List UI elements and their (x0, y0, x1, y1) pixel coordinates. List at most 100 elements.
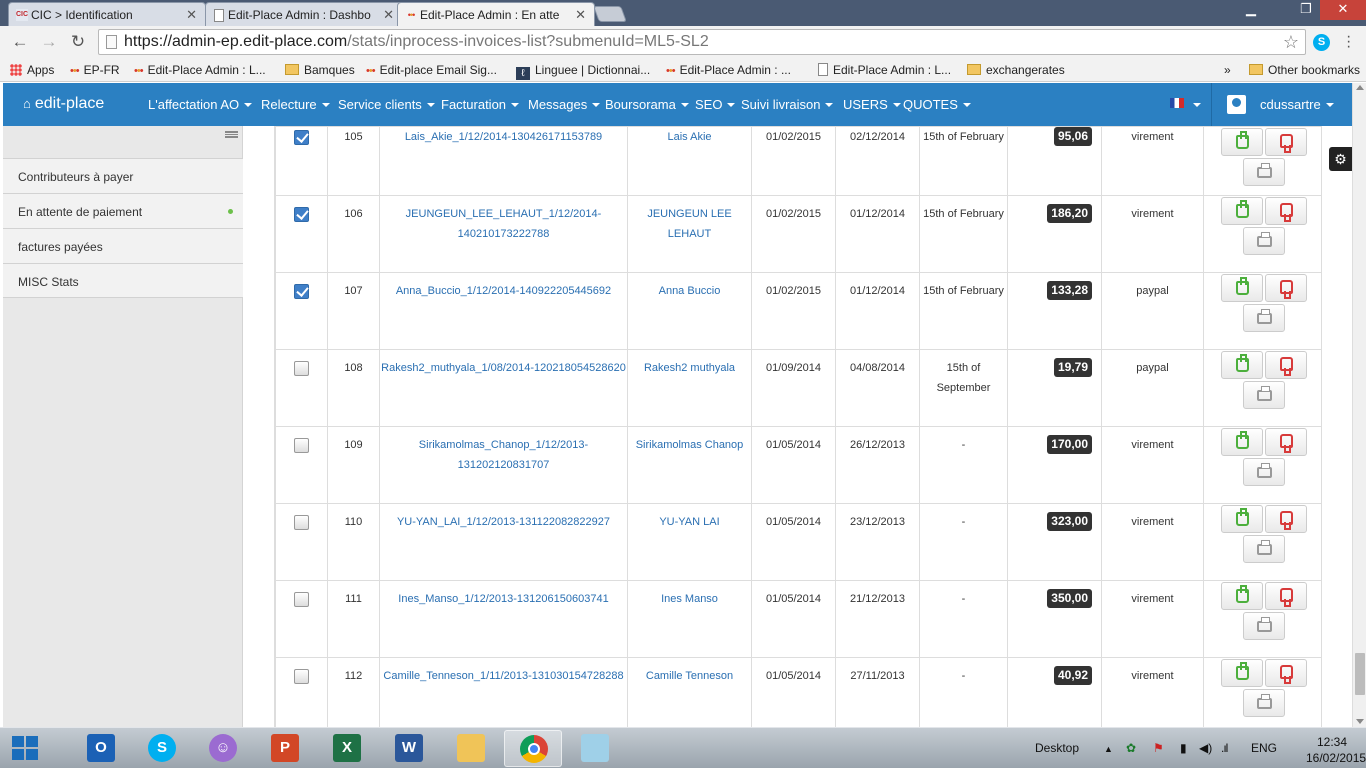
reject-button[interactable] (1265, 128, 1307, 156)
contributor-link[interactable]: YU-YAN LAI (659, 516, 719, 528)
user-avatar-icon[interactable] (1227, 95, 1246, 114)
invoice-link[interactable]: Lais_Akie_1/12/2014-1304261711537​89 (405, 131, 602, 143)
contributor-link[interactable]: Anna Buccio (659, 285, 721, 297)
windows-start-icon[interactable] (12, 736, 40, 761)
desktop-toolbar[interactable]: Desktop (1035, 741, 1079, 755)
nav-messages[interactable]: Messages (528, 97, 601, 112)
nav-suivi-livraison[interactable]: Suivi livraison (741, 97, 834, 112)
signal-icon[interactable]: .ıl (1221, 741, 1228, 755)
row-checkbox[interactable] (294, 515, 309, 530)
nav-service-clients[interactable]: Service clients (338, 97, 435, 112)
print-button[interactable] (1243, 158, 1285, 186)
reject-button[interactable] (1265, 582, 1307, 610)
nav-users[interactable]: USERS (843, 97, 901, 112)
taskbar-excel[interactable]: X (318, 730, 376, 767)
approve-button[interactable] (1221, 128, 1263, 156)
sidebar-toggle-icon[interactable] (225, 131, 238, 138)
invoice-link[interactable]: Sirikamolmas_Chanop_1/12/2013-1312021208… (419, 439, 588, 471)
tab-close-icon[interactable]: ✕ (383, 7, 394, 23)
nav-quotes[interactable]: QUOTES (903, 97, 971, 112)
invoice-link[interactable]: Anna_Buccio_1/12/2014-140922205445692 (396, 285, 611, 297)
settings-gear-icon[interactable]: ⚙ (1329, 147, 1352, 171)
invoice-link[interactable]: Camille_Tenneson_1/11/2013-1310301547282… (383, 670, 623, 682)
tab-close-icon[interactable]: ✕ (575, 7, 586, 23)
bookmark-email-sig[interactable]: ••• Edit-place Email Sig... (366, 63, 497, 77)
french-flag-icon[interactable] (1170, 98, 1184, 108)
scrollbar-thumb[interactable] (1355, 653, 1365, 695)
row-checkbox[interactable] (294, 592, 309, 607)
user-menu[interactable]: cdussartre (1260, 97, 1334, 112)
taskbar-word[interactable]: W (380, 730, 438, 767)
invoice-link[interactable]: YU-YAN_LAI_1/12/2013-131122082822927 (397, 516, 610, 528)
approve-button[interactable] (1221, 582, 1263, 610)
row-checkbox[interactable] (294, 438, 309, 453)
invoice-link[interactable]: Ines_Manso_1/12/2013-131206150603741 (398, 593, 608, 605)
print-button[interactable] (1243, 381, 1285, 409)
reject-button[interactable] (1265, 659, 1307, 687)
contributor-link[interactable]: Sirikamolmas Chanop (636, 439, 744, 451)
contributor-link[interactable]: Ines Manso (661, 593, 718, 605)
contributor-link[interactable]: Lais Akie (667, 131, 711, 143)
browser-tab-cic[interactable]: CIC CIC > Identification ✕ (8, 2, 206, 26)
nav-affectation-ao[interactable]: L'affectation AO (148, 97, 253, 112)
sidebar-item-en-attente[interactable]: En attente de paiement (3, 193, 243, 228)
contributor-link[interactable]: Camille Tenneson (646, 670, 733, 682)
brand-link[interactable]: ⌂ edit-place (23, 95, 104, 113)
print-button[interactable] (1243, 612, 1285, 640)
volume-icon[interactable]: ◀) (1199, 741, 1212, 755)
approve-button[interactable] (1221, 428, 1263, 456)
new-tab-button[interactable] (593, 6, 627, 22)
row-checkbox[interactable] (294, 361, 309, 376)
skype-extension-icon[interactable]: S (1313, 34, 1330, 51)
print-button[interactable] (1243, 458, 1285, 486)
invoice-link[interactable]: JEUNGEUN_LEE_LEHAUT_1/12/2014-1402101732… (406, 208, 602, 240)
close-window-icon[interactable]: ✕ (1320, 0, 1366, 20)
nav-relecture[interactable]: Relecture (261, 97, 330, 112)
bookmark-edit-place-2[interactable]: ••• Edit-Place Admin : ... (666, 63, 791, 77)
scroll-up-icon[interactable] (1356, 85, 1364, 90)
row-checkbox[interactable] (294, 130, 309, 145)
minimize-icon[interactable]: ▁ (1236, 0, 1266, 20)
chrome-menu-icon[interactable]: · · · (1346, 29, 1360, 55)
nav-boursorama[interactable]: Boursorama (605, 97, 689, 112)
reject-button[interactable] (1265, 351, 1307, 379)
print-button[interactable] (1243, 689, 1285, 717)
approve-button[interactable] (1221, 505, 1263, 533)
row-checkbox[interactable] (294, 669, 309, 684)
taskbar-explorer[interactable] (442, 730, 500, 767)
back-arrow-icon[interactable]: ← (10, 32, 30, 52)
reject-button[interactable] (1265, 197, 1307, 225)
approve-button[interactable] (1221, 351, 1263, 379)
address-bar[interactable]: https://admin-ep.edit-place.com/stats/in… (98, 29, 1306, 55)
browser-tab-active[interactable]: ••• Edit-Place Admin : En atte ✕ (397, 2, 595, 26)
approve-button[interactable] (1221, 197, 1263, 225)
taskbar-skype[interactable]: S (133, 730, 191, 767)
bookmark-ep-fr[interactable]: ••• EP-FR (70, 63, 120, 77)
browser-tab-dashboard[interactable]: Edit-Place Admin : Dashbo ✕ (205, 2, 403, 26)
bookmark-star-icon[interactable]: ☆ (1283, 30, 1299, 54)
tab-close-icon[interactable]: ✕ (186, 7, 197, 23)
scroll-down-icon[interactable] (1356, 719, 1364, 724)
taskbar-chrome[interactable] (504, 730, 562, 767)
bookmark-edit-place-1[interactable]: ••• Edit-Place Admin : L... (134, 63, 266, 77)
tray-flag-icon[interactable]: ⚑ (1153, 741, 1164, 755)
contributor-link[interactable]: JEUNGEUN LEE LEHAUT (647, 208, 731, 240)
tray-expand-icon[interactable]: ▲ (1104, 744, 1113, 754)
bookmark-linguee[interactable]: ℓ Linguee | Dictionnai... (516, 63, 650, 80)
taskbar-notepad[interactable] (566, 730, 624, 767)
row-checkbox[interactable] (294, 284, 309, 299)
print-button[interactable] (1243, 535, 1285, 563)
sidebar-item-factures-payees[interactable]: factures payées (3, 228, 243, 263)
taskbar-outlook[interactable]: O (72, 730, 130, 767)
forward-arrow-icon[interactable]: → (39, 32, 59, 52)
other-bookmarks[interactable]: Other bookmarks (1249, 63, 1360, 77)
print-button[interactable] (1243, 227, 1285, 255)
sidebar-item-misc-stats[interactable]: MISC Stats (3, 263, 243, 298)
row-checkbox[interactable] (294, 207, 309, 222)
bookmarks-overflow-button[interactable]: » (1224, 63, 1231, 77)
reject-button[interactable] (1265, 428, 1307, 456)
contributor-link[interactable]: Rakesh2 muthyala (644, 362, 735, 374)
language-caret[interactable] (1188, 97, 1201, 112)
approve-button[interactable] (1221, 274, 1263, 302)
restore-icon[interactable]: ❐ (1291, 0, 1321, 20)
